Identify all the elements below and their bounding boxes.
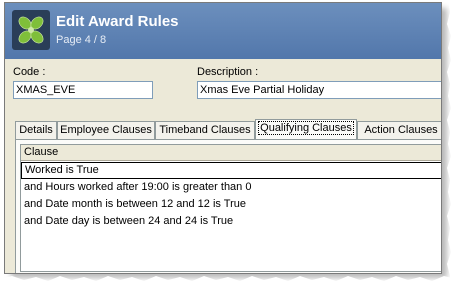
tab-action-clauses[interactable]: Action Clauses [357, 121, 441, 139]
table-row[interactable]: and Date day is between 24 and 24 is Tru… [21, 214, 441, 231]
tab-qualifying-clauses[interactable]: Qualifying Clauses [255, 119, 357, 140]
page-indicator: Page 4 / 8 [56, 34, 107, 46]
description-label: Description : [197, 66, 259, 78]
torn-edge-right [447, 0, 456, 286]
table-row[interactable]: and Date month is between 12 and 12 is T… [21, 197, 441, 214]
description-input[interactable]: Xmas Eve Partial Holiday [197, 81, 441, 99]
table-row[interactable]: and Hours worked after 19:00 is greater … [21, 180, 441, 197]
code-input[interactable]: XMAS_EVE [13, 81, 153, 99]
table-row[interactable]: Worked is True [21, 162, 441, 179]
window-title: Edit Award Rules [56, 13, 179, 30]
leaf-cross-logo-icon [12, 10, 50, 50]
code-label: Code : [13, 66, 46, 78]
edit-award-rules-window: Edit Award Rules Page 4 / 8 Code : XMAS_… [4, 2, 442, 274]
tab-employee-clauses[interactable]: Employee Clauses [57, 121, 155, 139]
clause-grid[interactable]: Clause Worked is True and Hours worked a… [20, 144, 441, 272]
torn-edge-bottom [0, 276, 456, 286]
tab-qualifying-clauses-label: Qualifying Clauses [258, 121, 354, 135]
clause-column-header[interactable]: Clause [21, 145, 441, 161]
tab-strip: Details Employee Clauses Timeband Clause… [15, 119, 441, 140]
title-banner: Edit Award Rules Page 4 / 8 [5, 3, 441, 59]
tab-panel: Clause Worked is True and Hours worked a… [15, 139, 441, 273]
tab-timeband-clauses[interactable]: Timeband Clauses [155, 121, 255, 139]
tab-details[interactable]: Details [15, 121, 57, 139]
